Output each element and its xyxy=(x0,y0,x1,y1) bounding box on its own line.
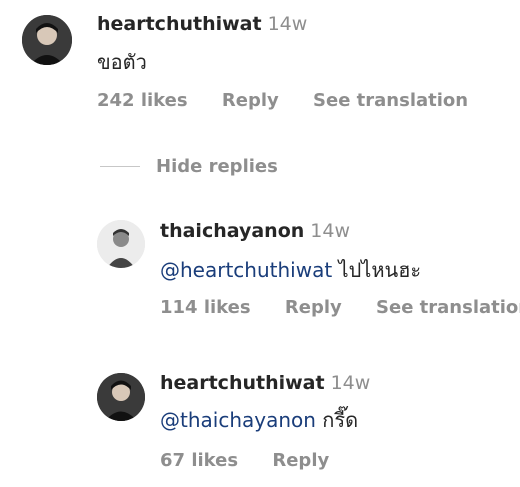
see-translation-button[interactable]: See translation xyxy=(376,297,520,319)
person-icon xyxy=(97,220,145,268)
reply-comment: thaichayanon 14w @heartchuthiwat ไปไหนฮะ … xyxy=(0,210,520,330)
username[interactable]: heartchuthiwat xyxy=(97,13,262,35)
comment-text: ขอตัว xyxy=(97,50,147,74)
comment: heartchuthiwat 14w ขอตัว 242 likes Reply … xyxy=(0,0,520,130)
comment-header: heartchuthiwat 14w xyxy=(160,372,370,394)
comment-body: กรี๊ด xyxy=(315,408,359,432)
comment-text: @heartchuthiwat ไปไหนฮะ xyxy=(160,258,421,282)
timestamp: 14w xyxy=(330,372,371,394)
hide-replies-button[interactable]: Hide replies xyxy=(100,154,278,178)
comment-actions: 242 likes Reply See translation xyxy=(97,90,468,112)
user-avatar-icon[interactable] xyxy=(97,373,145,421)
comment-actions: 114 likes Reply See translation xyxy=(160,297,520,319)
likes-count[interactable]: 242 likes xyxy=(97,90,188,112)
divider-line xyxy=(100,165,140,167)
likes-count[interactable]: 67 likes xyxy=(160,450,238,472)
timestamp: 14w xyxy=(267,13,308,35)
timestamp: 14w xyxy=(310,220,350,242)
comment-actions: 67 likes Reply xyxy=(160,450,329,472)
comment-text: @thaichayanon กรี๊ด xyxy=(160,408,358,432)
person-icon xyxy=(22,15,72,65)
mention-link[interactable]: @heartchuthiwat xyxy=(160,258,332,282)
reply-button[interactable]: Reply xyxy=(222,90,279,112)
username[interactable]: heartchuthiwat xyxy=(160,372,325,394)
user-avatar-icon[interactable] xyxy=(22,15,72,65)
user-avatar-icon[interactable] xyxy=(97,220,145,268)
hide-replies-label: Hide replies xyxy=(156,155,278,177)
mention-link[interactable]: @thaichayanon xyxy=(160,408,316,432)
reply-button[interactable]: Reply xyxy=(272,450,329,472)
comment-body: ไปไหนฮะ xyxy=(332,258,422,282)
likes-count[interactable]: 114 likes xyxy=(160,297,251,319)
reply-comment: heartchuthiwat 14w @thaichayanon กรี๊ด 67… xyxy=(0,362,520,482)
reply-button[interactable]: Reply xyxy=(285,297,342,319)
person-icon xyxy=(97,373,145,421)
see-translation-button[interactable]: See translation xyxy=(313,90,468,112)
username[interactable]: thaichayanon xyxy=(160,220,304,242)
comment-header: thaichayanon 14w xyxy=(160,220,350,242)
comment-header: heartchuthiwat 14w xyxy=(97,13,307,35)
